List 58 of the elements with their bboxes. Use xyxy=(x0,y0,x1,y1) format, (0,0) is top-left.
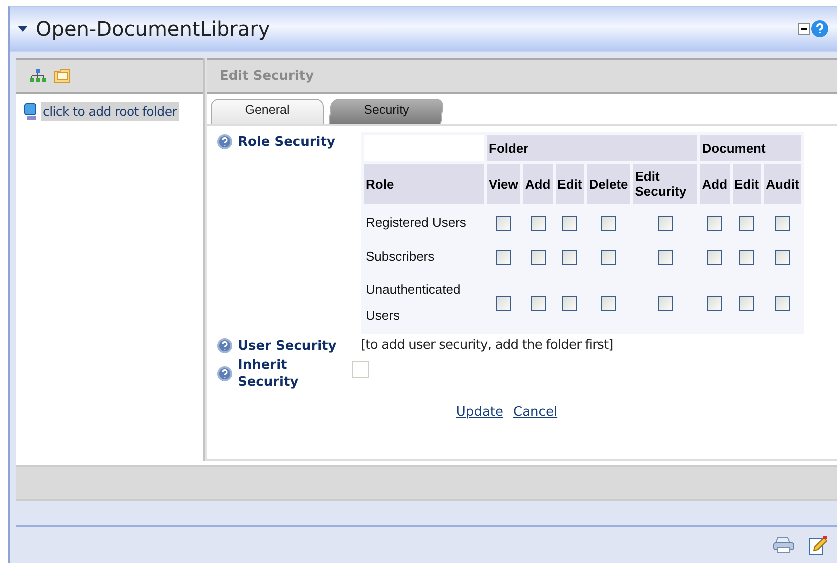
edit-icon[interactable] xyxy=(809,536,827,556)
permission-checkbox[interactable] xyxy=(707,250,722,265)
column-header: Audit xyxy=(764,164,802,204)
column-header: Edit xyxy=(732,164,762,204)
help-icon[interactable] xyxy=(217,338,233,354)
help-icon[interactable] xyxy=(217,366,233,382)
permission-checkbox[interactable] xyxy=(496,250,512,265)
permission-checkbox[interactable] xyxy=(496,216,512,231)
permission-checkbox[interactable] xyxy=(562,250,578,265)
action-link[interactable]: Cancel xyxy=(514,405,558,420)
role-cell-text: Subscribers xyxy=(365,248,436,266)
hierarchy-icon[interactable] xyxy=(30,69,46,83)
collapse-caret-icon[interactable] xyxy=(18,26,28,32)
permission-checkbox[interactable] xyxy=(562,216,578,231)
user-security-note: [to add user security, add the folder first] xyxy=(361,338,614,353)
role-cell-text: Unauthenticated Users xyxy=(365,281,462,325)
tab[interactable]: General xyxy=(211,99,324,124)
section-label: Role Security xyxy=(238,134,336,151)
permission-checkbox[interactable] xyxy=(707,296,722,312)
section-label: User Security xyxy=(238,338,337,355)
column-header: View xyxy=(487,164,520,204)
column-header: Delete xyxy=(587,164,630,204)
permission-checkbox[interactable] xyxy=(530,250,546,265)
tree-item[interactable]: click to add root folder xyxy=(41,102,180,121)
permission-checkbox[interactable] xyxy=(658,296,673,312)
permission-checkbox[interactable] xyxy=(739,250,754,265)
action-link[interactable]: Update xyxy=(456,405,504,420)
permission-checkbox[interactable] xyxy=(658,250,673,265)
permission-checkbox[interactable] xyxy=(601,216,616,231)
group-header: Document xyxy=(700,135,802,161)
permission-checkbox[interactable] xyxy=(530,296,546,312)
permission-checkbox[interactable] xyxy=(775,250,790,265)
column-header: Role xyxy=(364,164,484,204)
permission-checkbox[interactable] xyxy=(601,250,616,265)
permission-checkbox[interactable] xyxy=(530,216,546,231)
column-header: Add xyxy=(700,164,730,204)
role-cell-text: Registered Users xyxy=(365,214,468,232)
column-header: Edit Security xyxy=(633,164,698,204)
printer-icon[interactable] xyxy=(773,536,795,554)
minimize-icon[interactable] xyxy=(798,23,810,35)
permission-checkbox[interactable] xyxy=(775,296,790,312)
section-label: Inherit Security xyxy=(238,357,300,391)
panel-title: Edit Security xyxy=(207,58,837,94)
permission-checkbox[interactable] xyxy=(739,296,754,312)
permission-checkbox[interactable] xyxy=(601,296,616,312)
permission-checkbox[interactable] xyxy=(496,296,512,312)
computer-icon xyxy=(24,102,38,120)
permission-checkbox[interactable] xyxy=(775,216,790,231)
permission-checkbox[interactable] xyxy=(739,216,754,231)
permission-checkbox[interactable] xyxy=(658,216,673,231)
window-title: Open-DocumentLibrary xyxy=(36,17,272,41)
tab[interactable]: Security xyxy=(328,99,444,124)
group-header: Folder xyxy=(487,135,698,161)
permission-checkbox[interactable] xyxy=(562,296,578,312)
permission-checkbox[interactable] xyxy=(707,216,722,231)
help-icon[interactable] xyxy=(217,134,233,150)
column-header: Edit xyxy=(556,164,584,204)
column-header: Add xyxy=(523,164,553,204)
